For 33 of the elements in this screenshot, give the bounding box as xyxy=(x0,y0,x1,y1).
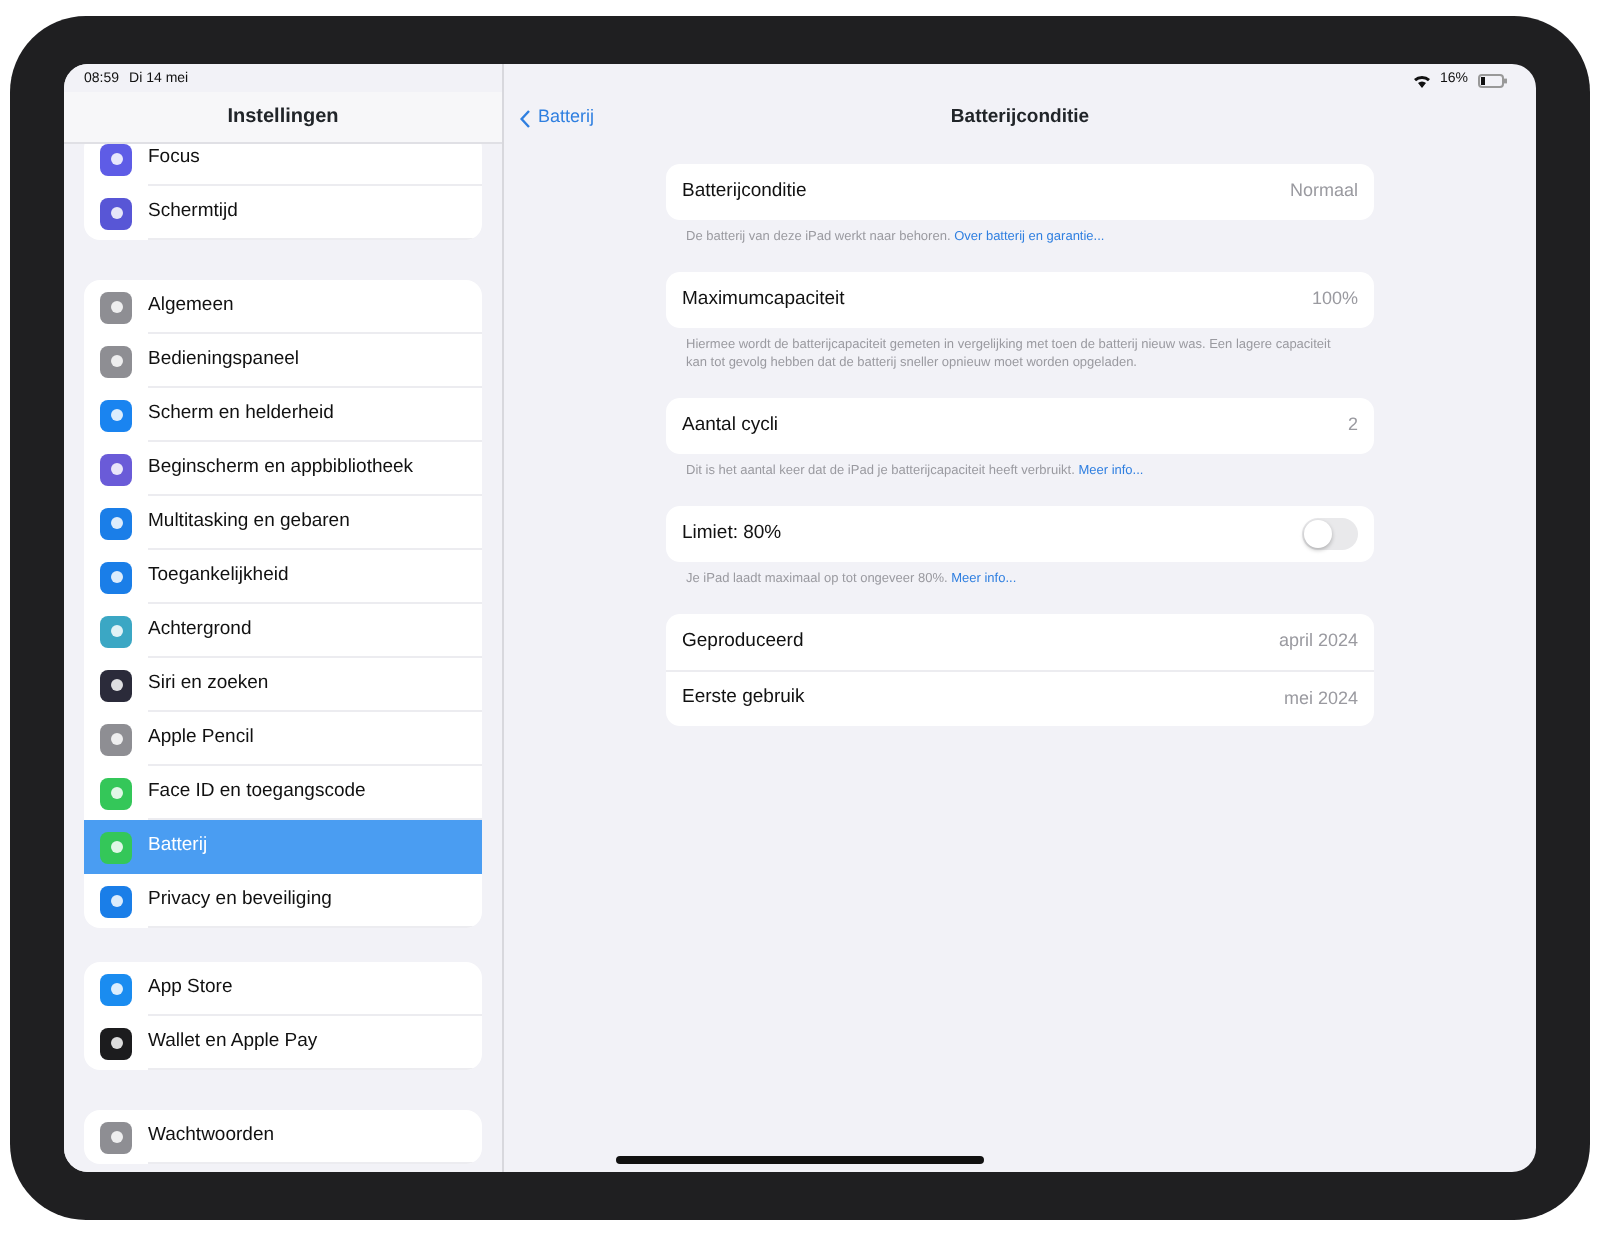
page-title: Batterijconditie xyxy=(950,103,1090,132)
sidebar-item[interactable]: Bedieningspaneel xyxy=(84,334,482,388)
sidebar-item[interactable]: Beginscherm en appbibliotheek xyxy=(84,442,482,496)
battery-icon xyxy=(1478,74,1508,88)
row-label: Limiet: 80% xyxy=(682,519,782,548)
sidebar-item[interactable]: Wallet en Apple Pay xyxy=(84,1016,482,1070)
back-button[interactable]: Batterij xyxy=(520,104,595,132)
row-label: Aantal cycli xyxy=(682,411,779,440)
row-label: Maximumcapaciteit xyxy=(682,285,845,314)
row-value: mei 2024 xyxy=(1283,685,1358,712)
sidebar-title: Instellingen xyxy=(227,104,339,132)
sidebar-item[interactable]: Wachtwoorden xyxy=(84,1110,482,1164)
row-label: Geproduceerd xyxy=(682,627,804,656)
row-label: Eerste gebruik xyxy=(682,684,805,713)
row-value: april 2024 xyxy=(1278,628,1358,655)
sidebar-item[interactable]: Apple Pencil xyxy=(84,712,482,766)
sidebar-item[interactable]: Focus xyxy=(84,144,482,186)
sidebar-item[interactable]: Schermtijd xyxy=(84,186,482,240)
sidebar-item[interactable]: Algemeen xyxy=(84,280,482,334)
chevron-icon xyxy=(520,109,530,127)
row-value: Normaal xyxy=(1289,178,1358,205)
sidebar-item[interactable]: Multitasking en gebaren xyxy=(84,496,482,550)
sidebar-item[interactable]: Privacy en beveiliging xyxy=(84,874,482,928)
wifi-icon xyxy=(1413,74,1430,88)
sidebar-item[interactable]: Siri en zoeken xyxy=(84,658,482,712)
row-label: Batterijconditie xyxy=(682,177,807,206)
sidebar-item[interactable]: Scherm en helderheid xyxy=(84,388,482,442)
sidebar-item[interactable]: App Store xyxy=(84,962,482,1016)
row-value: 100% xyxy=(1311,286,1358,313)
row-value: 2 xyxy=(1347,412,1358,439)
sidebar-item[interactable]: Achtergrond xyxy=(84,604,482,658)
toggle-switch[interactable] xyxy=(1302,518,1358,550)
sidebar-item[interactable]: Toegankelijkheid xyxy=(84,550,482,604)
